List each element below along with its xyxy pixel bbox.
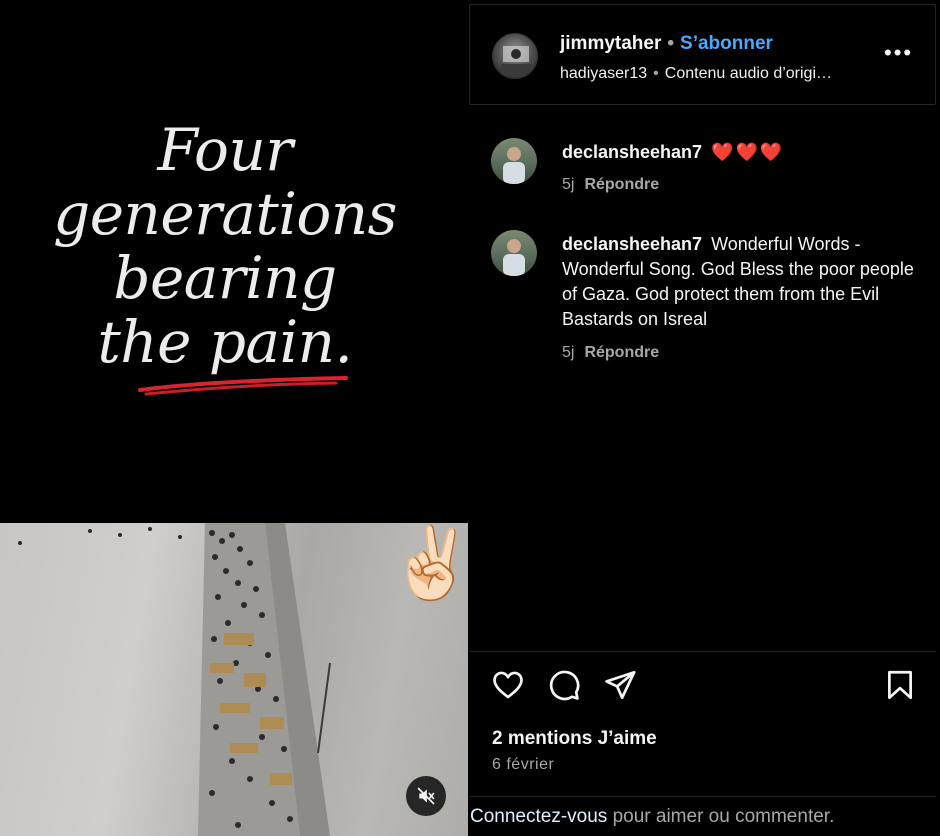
header-title-row: jimmytaher • S’abonner (560, 33, 773, 55)
avatar-image (503, 239, 525, 276)
original-audio-link[interactable]: Contenu audio d’origi… (665, 65, 832, 82)
login-prompt-text: pour aimer ou commenter. (607, 806, 835, 827)
separator-dot: • (653, 65, 659, 82)
comment-bubble-icon (549, 670, 580, 701)
comment-item: declansheehan7 ❤️❤️❤️ 5j Répondre (491, 138, 921, 208)
comment-meta: 5j Répondre (562, 344, 659, 362)
speaker-muted-icon (417, 787, 435, 805)
headline-line-1: Four (157, 116, 293, 184)
likes-count[interactable]: 2 mentions J’aime (492, 728, 657, 750)
comment-text: declansheehan7 ❤️❤️❤️ (562, 140, 922, 165)
heart-emojis: ❤️❤️❤️ (711, 142, 785, 162)
login-prompt: Connectez-vous pour aimer ou commenter. (470, 806, 834, 828)
more-options-button[interactable]: ••• (884, 42, 913, 64)
commenter-avatar[interactable] (491, 138, 537, 184)
headline-line-2: generations (53, 180, 397, 248)
avatar-image (503, 147, 525, 184)
heart-icon (493, 671, 523, 699)
comment-meta: 5j Répondre (562, 176, 659, 194)
reply-button[interactable]: Répondre (584, 176, 659, 193)
headline-line-4: the pain. (97, 308, 353, 376)
video-title-card: Four generations bearing the pain. (0, 0, 468, 523)
peace-hand-emoji: ✌🏻 (388, 524, 468, 602)
avatar-image (501, 46, 531, 76)
mute-button[interactable] (406, 776, 446, 816)
commenter-avatar[interactable] (491, 230, 537, 276)
author-avatar[interactable] (492, 33, 538, 79)
actions-divider (469, 651, 936, 652)
post-header: jimmytaher • S’abonner hadiyaser13 • Contenu… (469, 4, 936, 105)
post-side-panel: jimmytaher • S’abonner hadiyaser13 • Contenu… (469, 0, 940, 836)
author-username[interactable]: jimmytaher (560, 33, 661, 54)
like-button[interactable] (491, 668, 527, 704)
reply-button[interactable]: Répondre (584, 344, 659, 361)
post-media[interactable]: Four generations bearing the pain. ✌🏻 (0, 0, 468, 836)
login-link[interactable]: Connectez-vous (470, 806, 607, 827)
separator-dot: • (667, 33, 675, 54)
comment-username[interactable]: declansheehan7 (562, 142, 702, 162)
audio-username[interactable]: hadiyaser13 (560, 65, 647, 82)
comment-username[interactable]: declansheehan7 (562, 234, 702, 254)
headline-line-3: bearing (113, 244, 337, 312)
comment-age[interactable]: 5j (562, 176, 574, 193)
audio-row: hadiyaser13 • Contenu audio d’origi… (560, 65, 832, 83)
video-headline: Four generations bearing the pain. (0, 118, 450, 374)
comment-age[interactable]: 5j (562, 344, 574, 361)
follow-button[interactable]: S’abonner (680, 33, 773, 54)
comment-text: declansheehan7 Wonderful Words - Wonderf… (562, 232, 922, 332)
red-brush-underline (138, 376, 348, 396)
post-date[interactable]: 6 février (492, 756, 554, 774)
bookmark-icon (888, 670, 912, 700)
login-divider (469, 796, 936, 797)
comment-button[interactable] (547, 668, 583, 704)
action-bar (491, 668, 921, 708)
comment-item: declansheehan7 Wonderful Words - Wonderf… (491, 230, 921, 370)
send-paper-plane-icon (605, 670, 636, 700)
share-button[interactable] (603, 668, 639, 704)
save-button[interactable] (883, 668, 919, 704)
